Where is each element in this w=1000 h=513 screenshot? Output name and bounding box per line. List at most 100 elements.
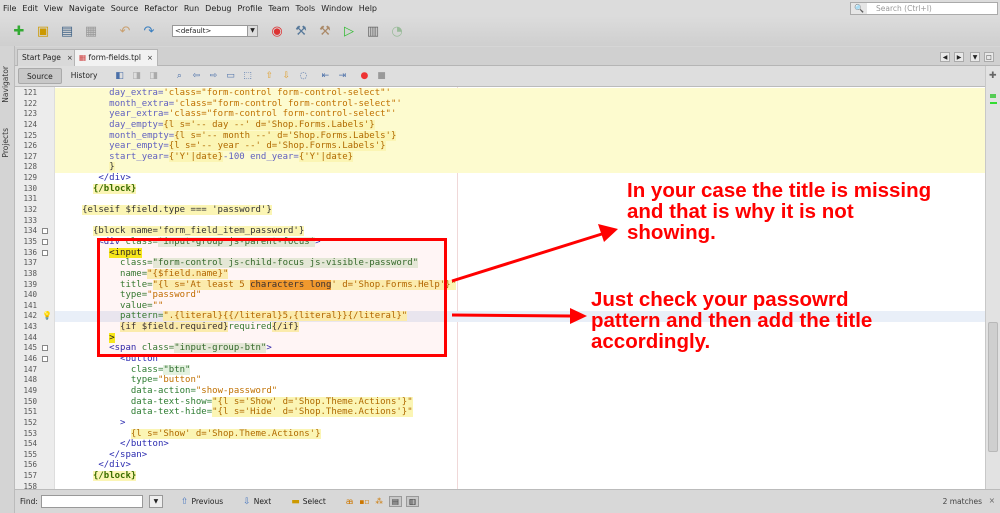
- code-line[interactable]: 123 year_extra='class="form-control form…: [15, 109, 985, 120]
- code-line[interactable]: 125 month_empty={l s='-- month --' d='Sh…: [15, 130, 985, 142]
- scrollbar-thumb[interactable]: [988, 322, 998, 452]
- close-icon[interactable]: ×: [67, 54, 73, 62]
- back-icon[interactable]: ◨: [130, 70, 142, 82]
- code-line[interactable]: 126 year_empty={l s='-- year --' d='Shop…: [15, 141, 985, 152]
- new-project-icon[interactable]: ▣: [34, 22, 52, 40]
- build-icon[interactable]: ⚒: [292, 22, 310, 40]
- code-line[interactable]: 127 start_year={'Y'|date}-100 end_year={…: [15, 151, 985, 163]
- open-project-icon[interactable]: ▤: [58, 22, 76, 40]
- close-icon[interactable]: ×: [989, 496, 995, 505]
- projects-tab[interactable]: Projects: [1, 128, 10, 158]
- previous-button[interactable]: ⇧ Previous: [181, 497, 223, 507]
- change-marker[interactable]: [990, 102, 997, 104]
- fold-toggle-icon[interactable]: [42, 238, 48, 245]
- tab-list-icon[interactable]: ▼: [970, 52, 980, 62]
- code-line[interactable]: 158: [15, 482, 985, 489]
- shift-right-icon[interactable]: ⇥: [336, 70, 348, 82]
- menu-edit[interactable]: Edit: [22, 4, 38, 13]
- menu-window[interactable]: Window: [321, 4, 353, 13]
- toggle-highlight-icon[interactable]: ▭: [224, 70, 236, 82]
- scroll-left-icon[interactable]: ◀: [940, 52, 950, 62]
- menu-run[interactable]: Run: [184, 4, 199, 13]
- code-line[interactable]: 153 {l s='Show' d='Shop.Theme.Actions'}: [15, 428, 985, 440]
- menu-profile[interactable]: Profile: [237, 4, 262, 13]
- menu-file[interactable]: File: [3, 4, 16, 13]
- chevron-down-icon[interactable]: ▼: [247, 26, 257, 36]
- forward-icon[interactable]: ◨: [147, 70, 159, 82]
- history-button[interactable]: History: [65, 68, 104, 84]
- menu-debug[interactable]: Debug: [205, 4, 231, 13]
- find-previous-icon[interactable]: ⇦: [190, 70, 202, 82]
- menu-navigate[interactable]: Navigate: [69, 4, 105, 13]
- prev-bookmark-icon[interactable]: ⇧: [263, 70, 275, 82]
- expand-icon[interactable]: ✚: [989, 71, 997, 81]
- code-line[interactable]: 156 </div>: [15, 460, 985, 471]
- wrap-around-toggle[interactable]: ▥: [406, 496, 420, 507]
- stop-macro-icon[interactable]: ■: [375, 70, 387, 82]
- regex-icon[interactable]: ⁂: [375, 497, 383, 506]
- next-button[interactable]: ⇩ Next: [243, 497, 271, 507]
- navigator-tab[interactable]: Navigator: [1, 66, 10, 103]
- find-history-dropdown[interactable]: ▼: [148, 495, 163, 508]
- code-line[interactable]: 149 data-action="show-password": [15, 386, 985, 397]
- clean-build-icon[interactable]: ⚒: [316, 22, 334, 40]
- fold-toggle-icon[interactable]: [42, 249, 48, 256]
- code-line[interactable]: 154 </button>: [15, 439, 985, 450]
- tab-form-fields[interactable]: ▦ form-fields.tpl ×: [74, 49, 158, 66]
- code-line[interactable]: 136 <input: [15, 247, 985, 259]
- menu-tools[interactable]: Tools: [296, 4, 316, 13]
- new-file-icon[interactable]: ✚: [10, 22, 28, 40]
- find-next-icon[interactable]: ⇨: [207, 70, 219, 82]
- find-icon[interactable]: ⌕: [173, 70, 185, 82]
- code-line[interactable]: 150 data-text-show="{l s='Show' d='Shop.…: [15, 396, 985, 408]
- undo-icon[interactable]: ↶: [116, 22, 134, 40]
- code-line[interactable]: 147 class="btn": [15, 364, 985, 376]
- record-macro-icon[interactable]: ●: [358, 70, 370, 82]
- whole-words-icon[interactable]: ▪▫: [359, 497, 369, 506]
- debug-icon[interactable]: ▥: [364, 22, 382, 40]
- find-input[interactable]: [40, 495, 143, 508]
- code-line[interactable]: 121 day_extra='class="form-control form-…: [15, 88, 985, 99]
- change-marker[interactable]: [990, 94, 996, 98]
- search-input[interactable]: Search (Ctrl+I): [873, 4, 932, 13]
- close-icon[interactable]: ×: [147, 54, 153, 62]
- menu-refactor[interactable]: Refactor: [144, 4, 178, 13]
- menu-view[interactable]: View: [44, 4, 63, 13]
- menu-team[interactable]: Team: [268, 4, 289, 13]
- menu-source[interactable]: Source: [111, 4, 138, 13]
- toggle-bookmark-icon[interactable]: ◌: [297, 70, 309, 82]
- match-case-icon[interactable]: ꜳ: [346, 497, 353, 506]
- run-icon[interactable]: ▷: [340, 22, 358, 40]
- last-edit-icon[interactable]: ◧: [113, 70, 125, 82]
- code-line[interactable]: 122 month_extra='class="form-control for…: [15, 98, 985, 110]
- code-line[interactable]: 128 }: [15, 162, 985, 174]
- scroll-right-icon[interactable]: ▶: [954, 52, 964, 62]
- code-line[interactable]: 157 {/block}: [15, 471, 985, 482]
- config-select[interactable]: <default> ▼: [172, 25, 258, 37]
- select-button[interactable]: ▬ Select: [291, 497, 326, 507]
- save-all-icon[interactable]: ▦: [82, 22, 100, 40]
- highlight-results-toggle[interactable]: ▤: [388, 496, 402, 507]
- next-bookmark-icon[interactable]: ⇩: [280, 70, 292, 82]
- maximize-icon[interactable]: □: [984, 52, 994, 62]
- code-line[interactable]: 155 </span>: [15, 450, 985, 461]
- search-box[interactable]: 🔍 Search (Ctrl+I): [850, 2, 998, 15]
- rect-select-icon[interactable]: ⬚: [241, 70, 253, 82]
- vertical-scrollbar[interactable]: ✚: [985, 66, 1000, 489]
- browser-icon[interactable]: ◉: [268, 22, 286, 40]
- profile-icon[interactable]: ◔: [388, 22, 406, 40]
- hint-bulb-icon[interactable]: 💡: [42, 311, 52, 322]
- source-button[interactable]: Source: [18, 68, 62, 84]
- fold-toggle-icon[interactable]: [42, 356, 48, 363]
- redo-icon[interactable]: ↷: [140, 22, 158, 40]
- code-line[interactable]: 151 data-text-hide="{l s='Hide' d='Shop.…: [15, 407, 985, 418]
- code-line[interactable]: 148 type="button": [15, 375, 985, 386]
- code-line[interactable]: 137 class="form-control js-child-focus j…: [15, 258, 985, 269]
- code-line[interactable]: 138 name="{$field.name}": [15, 268, 985, 280]
- menu-help[interactable]: Help: [359, 4, 377, 13]
- shift-left-icon[interactable]: ⇤: [319, 70, 331, 82]
- tab-start-page[interactable]: Start Page ×: [17, 49, 78, 66]
- code-line[interactable]: 124 day_empty={l s='-- day --' d='Shop.F…: [15, 119, 985, 131]
- fold-toggle-icon[interactable]: [42, 228, 48, 235]
- code-line[interactable]: 146 <button: [15, 354, 985, 365]
